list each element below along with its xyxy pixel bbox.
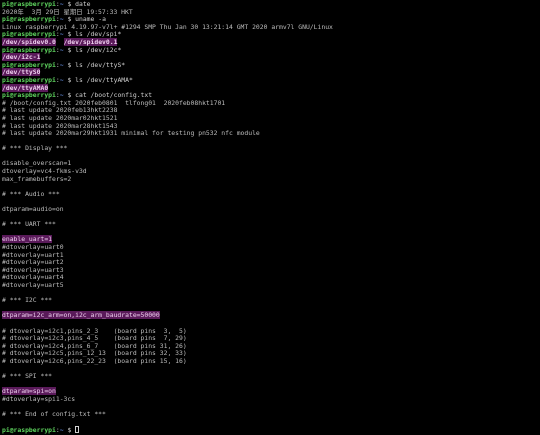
output-text: # *** UART *** bbox=[2, 220, 56, 229]
output-line: dtparam=audio=on bbox=[2, 205, 538, 214]
output-text: # last update 2020mar29hkt1931 minimal f… bbox=[2, 129, 260, 138]
output-line: # dtoverlay=i2c6,pins_22_23 (board pins … bbox=[2, 356, 538, 366]
output-line: # *** End of config.txt *** bbox=[2, 410, 538, 419]
output-line: #dtoverlay=uart5 bbox=[2, 280, 538, 290]
output-line: #dtoverlay=uart1 bbox=[2, 251, 538, 260]
prompt-symbol: $ bbox=[63, 426, 76, 435]
output-line: dtoverlay=vc4-fkms-v3d bbox=[2, 167, 538, 176]
output-text: # *** SPI *** bbox=[2, 372, 53, 381]
command-text: ls /dev/ttyS* bbox=[75, 60, 126, 69]
command-text: ls /dev/i2c* bbox=[75, 45, 122, 54]
highlighted-config-line: dtparam=spi=on bbox=[2, 387, 538, 396]
config-setting: dtparam=i2c_arm=on,i2c_arm_baudrate=5000… bbox=[2, 311, 160, 320]
prompt-line: pi@raspberrypi:~ $ ls /dev/ttyAMA* bbox=[2, 75, 538, 85]
highlighted-config-line: enable_uart=1 bbox=[2, 235, 538, 244]
prompt-line: pi@raspberrypi:~ $ bbox=[2, 426, 538, 434]
prompt-symbol: $ bbox=[63, 75, 76, 84]
prompt-user-host: pi@raspberrypi bbox=[2, 426, 56, 435]
output-line: # *** I2C *** bbox=[2, 296, 538, 305]
output-line: #dtoverlay=uart0 bbox=[2, 243, 538, 252]
terminal-window[interactable]: pi@raspberrypi:~ $ date 2020年 3月 29日 星期日 … bbox=[0, 0, 540, 434]
prompt-line: pi@raspberrypi:~ $ ls /dev/ttyS* bbox=[2, 60, 538, 70]
output-text: dtparam=audio=on bbox=[2, 205, 64, 214]
output-text: # *** I2C *** bbox=[2, 296, 53, 305]
output-line: # *** Display *** bbox=[2, 144, 538, 153]
output-text: # *** Audio *** bbox=[2, 189, 60, 198]
command-text: ls /dev/ttyAMA* bbox=[75, 75, 133, 84]
prompt-user-host: pi@raspberrypi bbox=[2, 75, 56, 84]
output-text: # *** End of config.txt *** bbox=[2, 410, 106, 419]
output-line: #dtoverlay=uart4 bbox=[2, 274, 538, 282]
output-text: #dtoverlay=spi1-3cs bbox=[2, 394, 76, 403]
output-line: max_framebuffers=2 bbox=[2, 174, 538, 184]
text-cursor[interactable] bbox=[75, 426, 80, 434]
output-line: #dtoverlay=uart2 bbox=[2, 258, 538, 267]
output-text: max_framebuffers=2 bbox=[2, 174, 72, 183]
highlighted-config-line: dtparam=i2c_arm=on,i2c_arm_baudrate=5000… bbox=[2, 311, 538, 320]
output-line: #dtoverlay=spi1-3cs bbox=[2, 394, 538, 404]
output-line: #dtoverlay=uart3 bbox=[2, 266, 538, 275]
prompt-line: pi@raspberrypi:~ $ ls /dev/i2c* bbox=[2, 45, 538, 55]
output-line: # *** UART *** bbox=[2, 220, 538, 229]
output-line: # *** Audio *** bbox=[2, 189, 538, 199]
prompt-symbol: $ bbox=[63, 60, 76, 69]
terminal-output: pi@raspberrypi:~ $ date 2020年 3月 29日 星期日 … bbox=[2, 0, 538, 434]
output-line: # *** SPI *** bbox=[2, 372, 538, 381]
output-text: # dtoverlay=i2c6,pins_22_23 (board pins … bbox=[2, 356, 187, 365]
prompt-symbol: $ bbox=[63, 45, 76, 54]
output-line: # last update 2020mar29hkt1931 minimal f… bbox=[2, 129, 538, 138]
output-text: # *** Display *** bbox=[2, 144, 68, 153]
output-text: #dtoverlay=uart5 bbox=[2, 280, 64, 289]
